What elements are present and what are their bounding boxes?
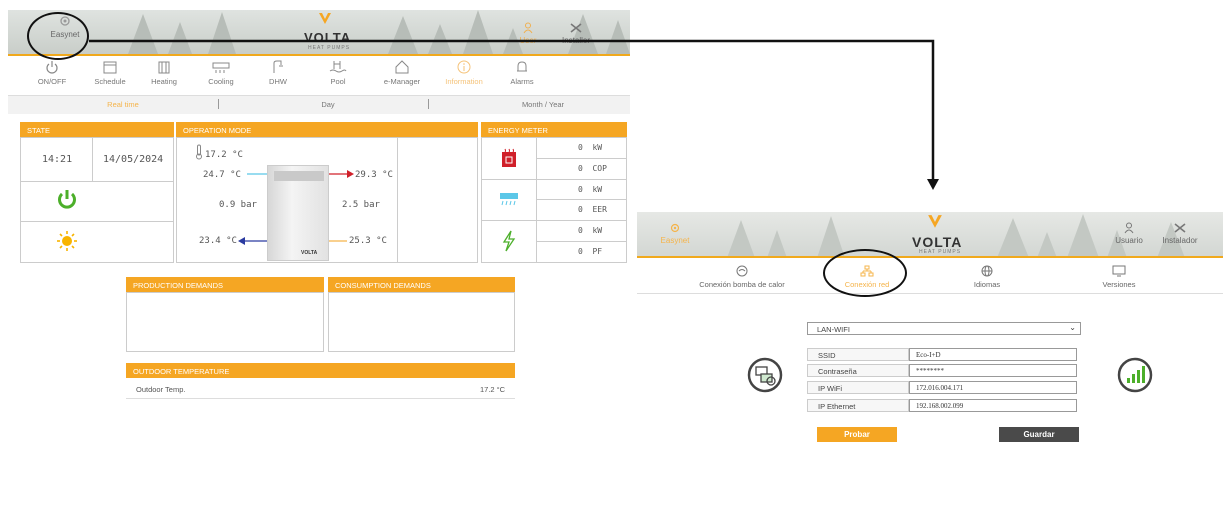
ssid-field[interactable]: Eco-I+D bbox=[909, 348, 1077, 361]
ip-ethernet-field[interactable]: 192.168.002.099 bbox=[909, 399, 1077, 412]
connection-type-value: LAN-WIFI bbox=[817, 325, 850, 334]
ip-ethernet-label: IP Ethernet bbox=[807, 399, 909, 412]
menu-item-languages[interactable]: Idiomas bbox=[957, 265, 1017, 289]
installer-label: Instalador bbox=[1162, 236, 1198, 245]
tools-icon bbox=[1174, 223, 1186, 233]
user-button[interactable]: Usuario bbox=[1109, 222, 1149, 245]
volta-logo-subtitle: HEAT PUMPS bbox=[919, 249, 962, 255]
ip-wifi-field[interactable]: 172.016.004.171 bbox=[909, 381, 1077, 394]
user-icon bbox=[1124, 222, 1134, 234]
ssid-label: SSID bbox=[807, 348, 909, 361]
connection-type-select[interactable]: LAN-WIFI ⌄ bbox=[807, 322, 1081, 335]
password-field[interactable]: ******** bbox=[909, 364, 1077, 377]
user-label: Usuario bbox=[1115, 236, 1143, 245]
header-banner: Easynet VOLTA HEAT PUMPS Usuario Instala… bbox=[637, 212, 1223, 258]
chevron-down-icon: ⌄ bbox=[1069, 323, 1076, 332]
menu-item-heatpump-connection[interactable]: Conexión bomba de calor bbox=[677, 265, 807, 289]
heatpump-icon bbox=[736, 265, 748, 277]
signal-strength-icon bbox=[1117, 357, 1153, 393]
easynet-button[interactable]: Easynet bbox=[655, 222, 695, 245]
network-device-icon bbox=[747, 357, 783, 393]
volta-logo-icon bbox=[928, 215, 942, 228]
settings-menu: Conexión bomba de calor Conexión red Idi… bbox=[637, 260, 1223, 294]
installer-button[interactable]: Instalador bbox=[1155, 222, 1205, 245]
save-button[interactable]: Guardar bbox=[999, 427, 1079, 442]
easynet-label: Easynet bbox=[660, 236, 690, 245]
test-button[interactable]: Probar bbox=[817, 427, 897, 442]
menu-label: Conexión bomba de calor bbox=[699, 280, 785, 289]
easynet-network-settings: Easynet VOLTA HEAT PUMPS Usuario Instala… bbox=[637, 212, 1223, 528]
menu-item-versions[interactable]: Versiones bbox=[1089, 265, 1149, 289]
password-label: Contraseña bbox=[807, 364, 909, 377]
gear-icon bbox=[670, 223, 680, 233]
globe-icon bbox=[981, 265, 993, 277]
highlight-circle-network bbox=[823, 249, 907, 297]
volta-logo: VOLTA bbox=[912, 234, 963, 250]
monitor-icon bbox=[1112, 265, 1126, 277]
menu-label: Idiomas bbox=[973, 280, 1001, 289]
menu-label: Versiones bbox=[1102, 280, 1136, 289]
ip-wifi-label: IP WiFi bbox=[807, 381, 909, 394]
